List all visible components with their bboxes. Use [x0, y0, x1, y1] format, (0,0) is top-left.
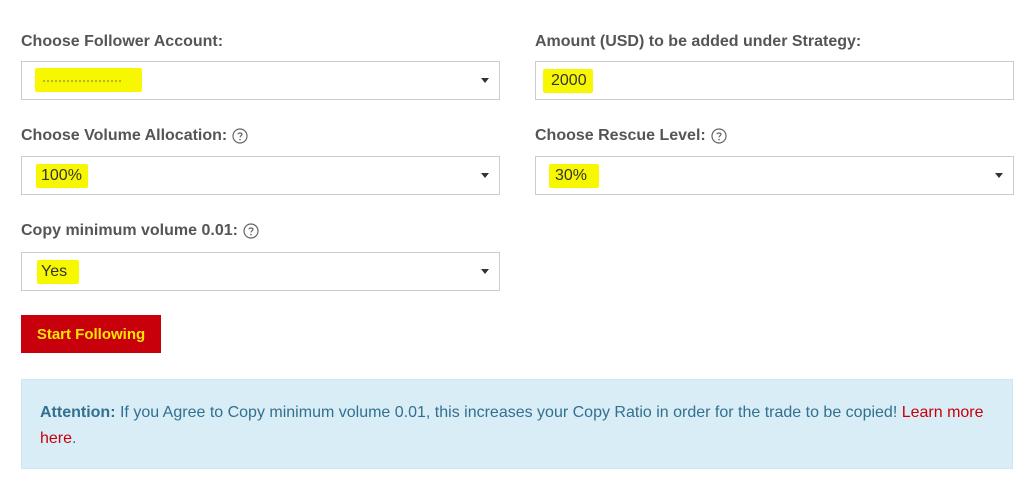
question-circle-icon[interactable]	[711, 128, 727, 144]
volume-allocation-value: 100%	[36, 164, 88, 188]
follow-strategy-form: Choose Follower Account: Amount (USD) to…	[0, 0, 1024, 491]
alert-suffix: .	[72, 430, 77, 447]
amount-input[interactable]: 2000	[535, 61, 1014, 100]
copy-min-volume-value: Yes	[37, 260, 80, 284]
follower-account-select[interactable]	[21, 61, 500, 100]
attention-alert: Attention: If you Agree to Copy minimum …	[21, 379, 1013, 469]
rescue-level-select[interactable]: 30%	[535, 156, 1014, 195]
amount-value: 2000	[543, 69, 593, 93]
copy-min-volume-select[interactable]: Yes	[21, 252, 500, 291]
start-following-button[interactable]: Start Following	[21, 315, 161, 353]
follower-account-label-text: Choose Follower Account:	[21, 33, 224, 50]
rescue-level-label: Choose Rescue Level:	[535, 127, 727, 145]
alert-message: If you Agree to Copy minimum volume 0.01…	[115, 404, 902, 421]
redacted-account-highlight	[35, 68, 142, 92]
copy-min-volume-label-text: Copy minimum volume 0.01:	[21, 222, 238, 239]
follower-account-label: Choose Follower Account:	[21, 33, 223, 51]
volume-allocation-select[interactable]: 100%	[21, 156, 500, 195]
amount-label: Amount (USD) to be added under Strategy:	[535, 33, 861, 51]
caret-down-icon	[481, 265, 489, 279]
caret-down-icon	[481, 169, 489, 183]
caret-down-icon	[995, 169, 1003, 183]
volume-allocation-label-text: Choose Volume Allocation:	[21, 127, 228, 144]
volume-allocation-label: Choose Volume Allocation:	[21, 127, 248, 145]
question-circle-icon[interactable]	[243, 223, 259, 239]
question-circle-icon[interactable]	[232, 128, 248, 144]
redacted-account-text	[43, 80, 121, 86]
caret-down-icon	[481, 74, 489, 88]
amount-label-text: Amount (USD) to be added under Strategy:	[535, 33, 862, 50]
rescue-level-value: 30%	[549, 164, 600, 188]
rescue-level-label-text: Choose Rescue Level:	[535, 127, 706, 144]
copy-min-volume-label: Copy minimum volume 0.01:	[21, 222, 259, 240]
alert-title: Attention:	[40, 404, 116, 421]
